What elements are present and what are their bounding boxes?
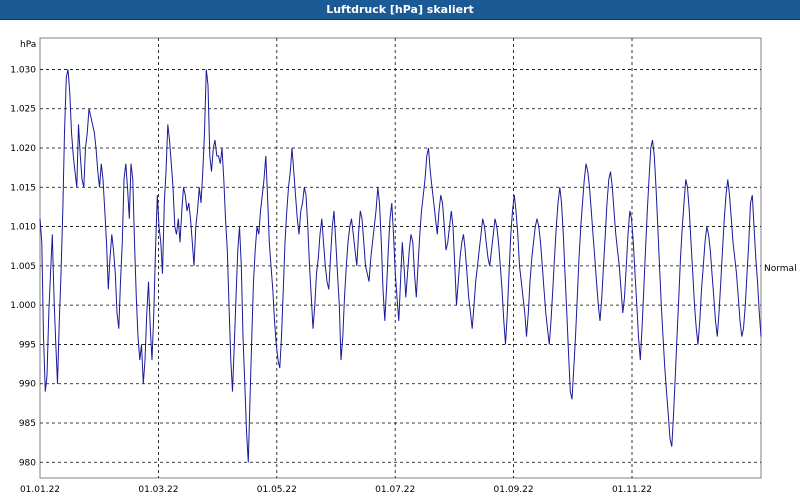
x-tick-label: 01.01.22 <box>20 485 60 495</box>
reference-label: Normal <box>764 264 797 274</box>
y-tick-label: 995 <box>19 340 36 350</box>
y-tick-label: 985 <box>19 419 36 429</box>
x-tick-label: 01.09.22 <box>494 485 534 495</box>
y-tick-label: 1.005 <box>10 262 36 272</box>
chart-title: Luftdruck [hPa] skaliert <box>0 0 800 20</box>
y-tick-label: 990 <box>19 380 36 390</box>
x-tick-label: 01.05.22 <box>257 485 297 495</box>
y-axis-label: hPa <box>20 40 36 50</box>
x-tick-label: 01.03.22 <box>138 485 178 495</box>
plot-background <box>39 37 762 479</box>
line-chart: 980 985 990 995 1.000 1.005 1.010 1.015 1.020 1.0… <box>10 37 797 495</box>
x-tick-label: 01.07.22 <box>375 485 415 495</box>
y-tick-label: 980 <box>19 458 36 468</box>
y-tick-label: 1.015 <box>10 183 36 193</box>
y-tick-label: 1.010 <box>10 223 36 233</box>
y-axis: 980 985 990 995 1.000 1.005 1.010 1.015 1.020 1.0… <box>10 65 36 468</box>
y-tick-label: 1.025 <box>10 105 36 115</box>
chart-area: 980 985 990 995 1.000 1.005 1.010 1.015 1.020 1.0… <box>0 20 800 500</box>
y-tick-label: 1.030 <box>10 65 36 75</box>
y-tick-label: 1.020 <box>10 144 36 154</box>
y-tick-label: 1.000 <box>10 301 36 311</box>
x-tick-label: 01.11.22 <box>612 485 652 495</box>
x-axis: 01.01.22 01.03.22 01.05.22 01.07.22 01.09.22… <box>20 485 652 495</box>
